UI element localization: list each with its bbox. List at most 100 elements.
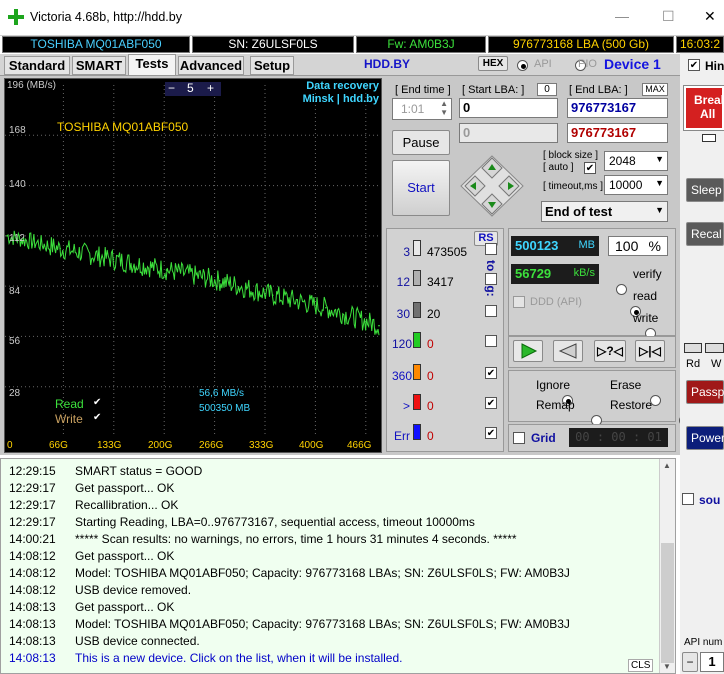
block-count: 3417 bbox=[427, 275, 454, 289]
api-number-decrement[interactable]: − bbox=[682, 652, 698, 672]
hex-button[interactable]: HEX bbox=[478, 56, 508, 71]
read-label: read bbox=[633, 289, 658, 303]
log-scroll-thumb[interactable] bbox=[661, 543, 674, 663]
percent-box: 100% bbox=[608, 236, 668, 256]
read-data-point bbox=[218, 279, 221, 282]
hints-label: Hin bbox=[705, 59, 724, 73]
start-lba-label: [ Start LBA: ] bbox=[462, 84, 525, 96]
speed-graph: 196 (MB/s) − 5 + Data recovery Minsk | h… bbox=[4, 78, 382, 453]
block-log-checkbox[interactable]: ✔ bbox=[485, 427, 497, 439]
drive-serial: SN: Z6ULSF0LS bbox=[192, 36, 354, 53]
block-size-select[interactable]: 2048 ▼ bbox=[604, 151, 668, 171]
read-data-point bbox=[59, 247, 61, 250]
x-tick: 466G bbox=[347, 440, 372, 451]
log-entry: 12:29:17 Recallibration... OK bbox=[9, 498, 178, 512]
skip-unknown-button[interactable]: ▷?◁ bbox=[594, 340, 626, 362]
end-lba-max-button[interactable]: MAX bbox=[642, 83, 668, 96]
log-text: Get passport... OK bbox=[75, 600, 175, 614]
sound-checkbox[interactable] bbox=[682, 493, 694, 505]
start-button[interactable]: Start bbox=[392, 160, 450, 216]
log-time: 14:08:12 bbox=[9, 566, 56, 580]
log-entry: 14:08:13 Get passport... OK bbox=[9, 600, 174, 614]
block-ms-label: 3 bbox=[403, 245, 410, 259]
block-log-checkbox[interactable] bbox=[485, 305, 497, 317]
power-button[interactable]: Power bbox=[686, 426, 724, 450]
end-action-value: End of test bbox=[545, 204, 613, 219]
end-action-select[interactable]: End of test ▼ bbox=[541, 201, 668, 222]
block-color-swatch bbox=[413, 394, 421, 410]
tab-tests[interactable]: Tests bbox=[128, 54, 176, 76]
recal-button[interactable]: Recal bbox=[686, 222, 724, 246]
block-log-checkbox[interactable] bbox=[485, 243, 497, 255]
x-tick: 133G bbox=[97, 440, 122, 451]
tab-smart[interactable]: SMART bbox=[72, 56, 126, 75]
tab-standard[interactable]: Standard bbox=[4, 56, 70, 75]
read-data-point bbox=[6, 235, 8, 237]
log-entry: 12:29:15 SMART status = GOOD bbox=[9, 464, 202, 478]
ddd-checkbox[interactable] bbox=[513, 296, 525, 308]
current-speed: 56,6 MB/s bbox=[199, 388, 245, 399]
legend-read-check[interactable]: ✔ bbox=[93, 397, 101, 408]
grid-checkbox[interactable] bbox=[513, 432, 525, 444]
log-entry: 14:08:13 This is a new device. Click on t… bbox=[9, 651, 402, 665]
block-log-checkbox[interactable] bbox=[485, 335, 497, 347]
block-auto-checkbox[interactable]: ✔ bbox=[584, 162, 596, 174]
verify-label: verify bbox=[633, 267, 662, 281]
end-lba-input[interactable]: 976773167 bbox=[567, 98, 668, 118]
rewind-button[interactable] bbox=[553, 340, 583, 362]
passport-button[interactable]: Passp bbox=[686, 380, 724, 404]
log-text: Model: TOSHIBA MQ01ABF050; Capacity: 976… bbox=[75, 566, 570, 580]
current-lba-field: 0 bbox=[459, 123, 558, 143]
log-time: 14:08:13 bbox=[9, 634, 56, 648]
log-time: 14:08:13 bbox=[9, 617, 56, 631]
log-entry: 14:08:13 Model: TOSHIBA MQ01ABF050; Capac… bbox=[9, 617, 570, 631]
end-time-field[interactable]: 1:01 ▲ ▼ bbox=[392, 98, 452, 120]
event-log[interactable]: 12:29:15 SMART status = GOOD 12:29:17 Get p… bbox=[0, 458, 676, 674]
watermark-line1: Data recovery bbox=[306, 80, 379, 92]
timeout-select[interactable]: 10000 ▼ bbox=[604, 175, 668, 195]
clear-log-button[interactable]: CLS bbox=[628, 659, 654, 672]
block-count: 0 bbox=[427, 429, 434, 443]
start-lba-input[interactable]: 0 bbox=[459, 98, 558, 118]
hints-checkbox[interactable]: ✔ bbox=[688, 59, 700, 71]
site-link[interactable]: HDD.BY bbox=[364, 57, 410, 71]
maximize-button[interactable]: ☐ bbox=[662, 8, 675, 25]
read-data-point bbox=[325, 306, 327, 309]
minimize-button[interactable]: — bbox=[615, 8, 629, 24]
percent-value: 100 bbox=[615, 238, 639, 254]
speed-value: 56729 bbox=[515, 266, 552, 281]
block-ms-label: 120 bbox=[392, 337, 413, 351]
read-data-point bbox=[112, 258, 115, 261]
block-log-checkbox[interactable] bbox=[485, 273, 497, 285]
sleep-button[interactable]: Sleep bbox=[686, 178, 724, 202]
block-count: 0 bbox=[427, 399, 434, 413]
block-log-checkbox[interactable]: ✔ bbox=[485, 367, 497, 379]
pause-button[interactable]: Pause bbox=[392, 130, 450, 155]
log-text: Model: TOSHIBA MQ01ABF050; Capacity: 976… bbox=[75, 617, 570, 631]
block-log-checkbox[interactable]: ✔ bbox=[485, 397, 497, 409]
block-ms-label: 30 bbox=[396, 307, 410, 321]
block-ms-label: Err bbox=[394, 429, 410, 443]
mb-unit: MB bbox=[578, 239, 596, 251]
log-entry: 12:29:17 Get passport... OK bbox=[9, 481, 174, 495]
rd-indicator bbox=[684, 343, 702, 353]
log-scrollbar[interactable]: ▲ ▼ bbox=[659, 459, 675, 673]
drive-model[interactable]: TOSHIBA MQ01ABF050 bbox=[2, 36, 190, 53]
break-all-button[interactable]: Break All bbox=[683, 85, 724, 131]
play-button[interactable] bbox=[513, 340, 543, 362]
zoom-plus[interactable]: + bbox=[207, 81, 214, 95]
legend-write-check[interactable]: ✔ bbox=[93, 412, 101, 423]
log-time: 14:00:21 bbox=[9, 532, 56, 546]
api-number-value[interactable]: 1 bbox=[700, 652, 724, 672]
step-button[interactable]: ▷|◁ bbox=[635, 340, 665, 362]
navigation-pad[interactable] bbox=[459, 154, 525, 218]
app-cross-icon bbox=[8, 9, 24, 25]
start-lba-zero-button[interactable]: 0 bbox=[537, 83, 557, 96]
tab-setup[interactable]: Setup bbox=[250, 56, 294, 75]
device-label[interactable]: Device 1 bbox=[604, 56, 661, 72]
block-auto-label: [ auto ] bbox=[543, 162, 574, 173]
zoom-minus[interactable]: − bbox=[168, 81, 175, 95]
close-button[interactable]: ✕ bbox=[704, 8, 716, 25]
processed-mb-value: 500123 bbox=[515, 238, 559, 253]
tab-advanced[interactable]: Advanced bbox=[178, 56, 244, 75]
